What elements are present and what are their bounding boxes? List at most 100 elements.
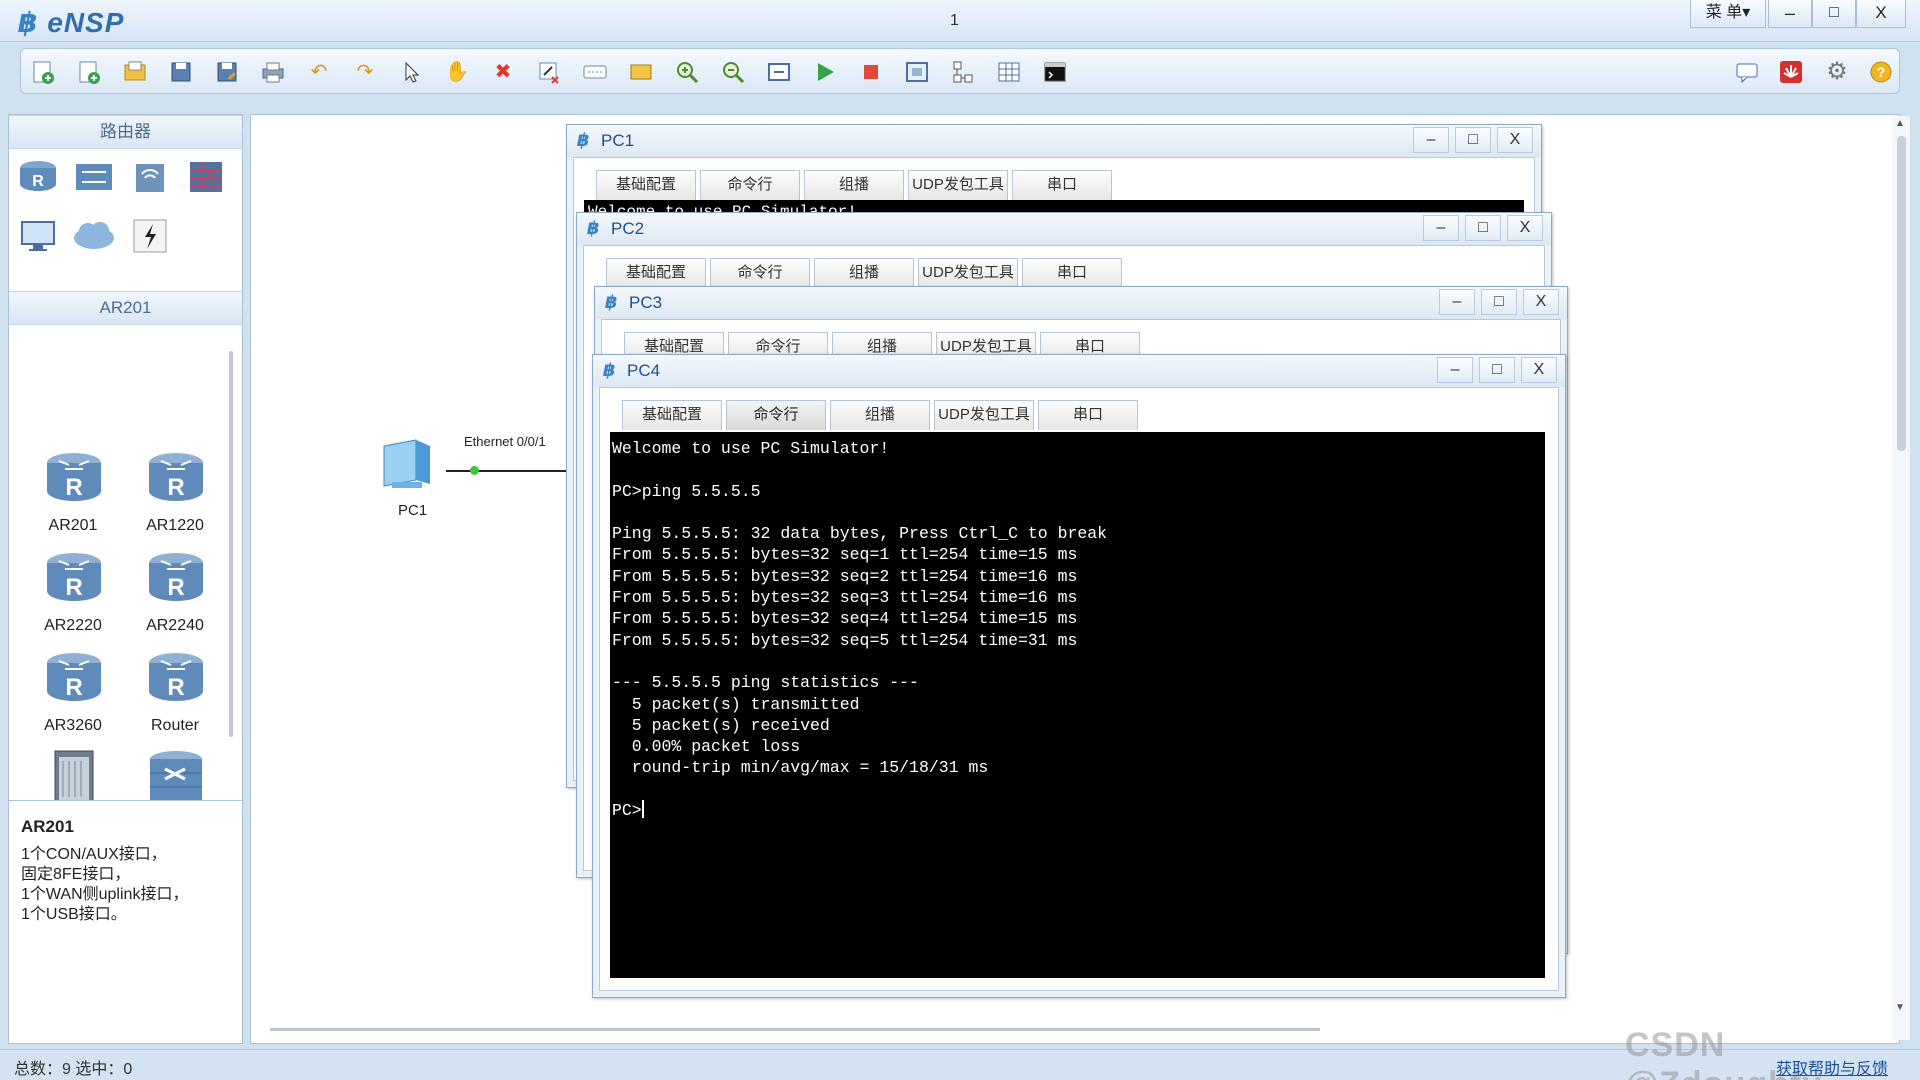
zoom-in-icon[interactable] <box>673 58 701 86</box>
router-category-icon[interactable]: R <box>15 155 61 197</box>
pc-category-icon[interactable] <box>15 215 61 257</box>
ensp-logo-icon: ฿ <box>587 218 600 238</box>
pc2-minimize-button[interactable]: – <box>1423 215 1459 241</box>
pc4-minimize-button[interactable]: – <box>1437 357 1473 383</box>
undo-icon[interactable]: ↶ <box>305 58 333 86</box>
terminal-icon[interactable] <box>1041 58 1069 86</box>
huawei-logo-icon[interactable] <box>1777 58 1805 86</box>
close-button[interactable]: X <box>1856 0 1906 28</box>
svg-text:R: R <box>65 674 82 701</box>
svg-text:?: ? <box>1877 64 1886 80</box>
device-ar3260-icon[interactable]: R <box>43 649 105 707</box>
select-pointer-icon[interactable] <box>397 58 425 86</box>
fit-view-icon[interactable] <box>765 58 793 86</box>
pc1-close-button[interactable]: X <box>1497 127 1533 153</box>
device-ar2240-icon[interactable]: R <box>145 549 207 607</box>
tab-serial[interactable]: 串口 <box>1022 258 1122 288</box>
device-ar1220-icon[interactable]: R <box>145 449 207 507</box>
tab-serial[interactable]: 串口 <box>1012 170 1112 200</box>
device-ar2220-icon[interactable]: R <box>43 549 105 607</box>
status-counts: 总数：9 选中：0 <box>14 1061 133 1078</box>
tab-multicast[interactable]: 组播 <box>804 170 904 200</box>
description-line: 1个USB接口。 <box>21 906 127 923</box>
scroll-down-icon[interactable]: ▼ <box>1895 1002 1905 1013</box>
link-status-dot <box>470 466 479 475</box>
title-bar <box>0 0 1920 42</box>
cloud-category-icon[interactable] <box>71 215 117 257</box>
text-annotation-icon[interactable] <box>581 58 609 86</box>
pc3-window-titlebar[interactable] <box>595 287 1567 319</box>
grid-icon[interactable] <box>995 58 1023 86</box>
pc3-minimize-button[interactable]: – <box>1439 289 1475 315</box>
device-ar201-icon[interactable]: R <box>43 449 105 507</box>
help-feedback-link[interactable]: 获取帮助与反馈 <box>1776 1055 1888 1079</box>
tab-multicast[interactable]: 组播 <box>830 400 930 430</box>
pc4-window-titlebar[interactable] <box>593 355 1565 387</box>
wireless-category-icon[interactable] <box>127 155 173 197</box>
pc4-maximize-button[interactable]: □ <box>1479 357 1515 383</box>
tab-basic-config[interactable]: 基础配置 <box>596 170 696 200</box>
zoom-out-icon[interactable] <box>719 58 747 86</box>
menu-button[interactable]: 菜 单▾ <box>1690 0 1766 28</box>
pc3-maximize-button[interactable]: □ <box>1481 289 1517 315</box>
pc4-terminal[interactable]: Welcome to use PC Simulator! PC>ping 5.5… <box>610 432 1545 978</box>
print-icon[interactable] <box>259 58 287 86</box>
pc3-close-button[interactable]: X <box>1523 289 1559 315</box>
save-as-icon[interactable] <box>213 58 241 86</box>
svg-text:R: R <box>167 674 184 701</box>
pc4-window-body: 基础配置 命令行 组播 UDP发包工具 串口 Welcome to use PC… <box>599 387 1559 991</box>
new-device-icon[interactable] <box>75 58 103 86</box>
pc4-close-button[interactable]: X <box>1521 357 1557 383</box>
tab-command-line[interactable]: 命令行 <box>726 400 826 430</box>
tab-multicast[interactable]: 组播 <box>814 258 914 288</box>
switch-category-icon[interactable] <box>71 155 117 197</box>
svg-text:R: R <box>32 173 44 190</box>
ethernet-link[interactable] <box>446 470 566 472</box>
pc2-maximize-button[interactable]: □ <box>1465 215 1501 241</box>
delete-link-icon[interactable] <box>535 58 563 86</box>
minimize-button[interactable]: – <box>1768 0 1812 28</box>
pc2-close-button[interactable]: X <box>1507 215 1543 241</box>
pc1-maximize-button[interactable]: □ <box>1455 127 1491 153</box>
pc1-window-titlebar[interactable] <box>567 125 1541 157</box>
pan-hand-icon[interactable]: ✋ <box>443 58 471 86</box>
capture-icon[interactable] <box>903 58 931 86</box>
maximize-button[interactable]: □ <box>1812 0 1856 28</box>
device-ne5000e-icon[interactable] <box>145 749 207 807</box>
help-icon[interactable]: ? <box>1867 58 1895 86</box>
redo-icon[interactable]: ↷ <box>351 58 379 86</box>
pc1-minimize-button[interactable]: – <box>1413 127 1449 153</box>
tab-udp-tool[interactable]: UDP发包工具 <box>918 258 1018 288</box>
device-description-panel: AR201 1个CON/AUX接口， 固定8FE接口， 1个WAN侧uplink… <box>8 800 243 1044</box>
tab-command-line[interactable]: 命令行 <box>710 258 810 288</box>
tab-command-line[interactable]: 命令行 <box>700 170 800 200</box>
pc1-device-icon[interactable] <box>378 434 448 496</box>
canvas-vertical-scroll-thumb[interactable] <box>1897 136 1906 451</box>
new-topology-icon[interactable] <box>29 58 57 86</box>
topology-icon[interactable] <box>949 58 977 86</box>
tab-udp-tool[interactable]: UDP发包工具 <box>908 170 1008 200</box>
start-device-icon[interactable] <box>811 58 839 86</box>
ensp-logo-icon: ฿ <box>603 360 616 380</box>
link-category-icon[interactable] <box>127 215 173 257</box>
settings-gear-icon[interactable]: ⚙ <box>1823 58 1851 86</box>
rectangle-annotation-icon[interactable] <box>627 58 655 86</box>
device-list-scrollbar[interactable] <box>229 351 233 737</box>
device-router-icon[interactable]: R <box>145 649 207 707</box>
chat-icon[interactable] <box>1733 58 1761 86</box>
pc2-window-titlebar[interactable] <box>577 213 1551 245</box>
description-line: 固定8FE接口， <box>21 866 131 883</box>
save-icon[interactable] <box>167 58 195 86</box>
delete-icon[interactable]: ✖ <box>489 58 517 86</box>
firewall-category-icon[interactable] <box>183 155 229 197</box>
stop-device-icon[interactable] <box>857 58 885 86</box>
canvas-horizontal-scrollbar[interactable] <box>270 1028 1320 1031</box>
tab-basic-config[interactable]: 基础配置 <box>606 258 706 288</box>
tab-serial[interactable]: 串口 <box>1038 400 1138 430</box>
device-ne40e-icon[interactable] <box>43 749 105 810</box>
tab-udp-tool[interactable]: UDP发包工具 <box>934 400 1034 430</box>
open-icon[interactable] <box>121 58 149 86</box>
tab-basic-config[interactable]: 基础配置 <box>622 400 722 430</box>
main-toolbar: ↶ ↷ ✋ ✖ ⚙ ? <box>20 48 1900 94</box>
scroll-up-icon[interactable]: ▲ <box>1895 118 1905 129</box>
